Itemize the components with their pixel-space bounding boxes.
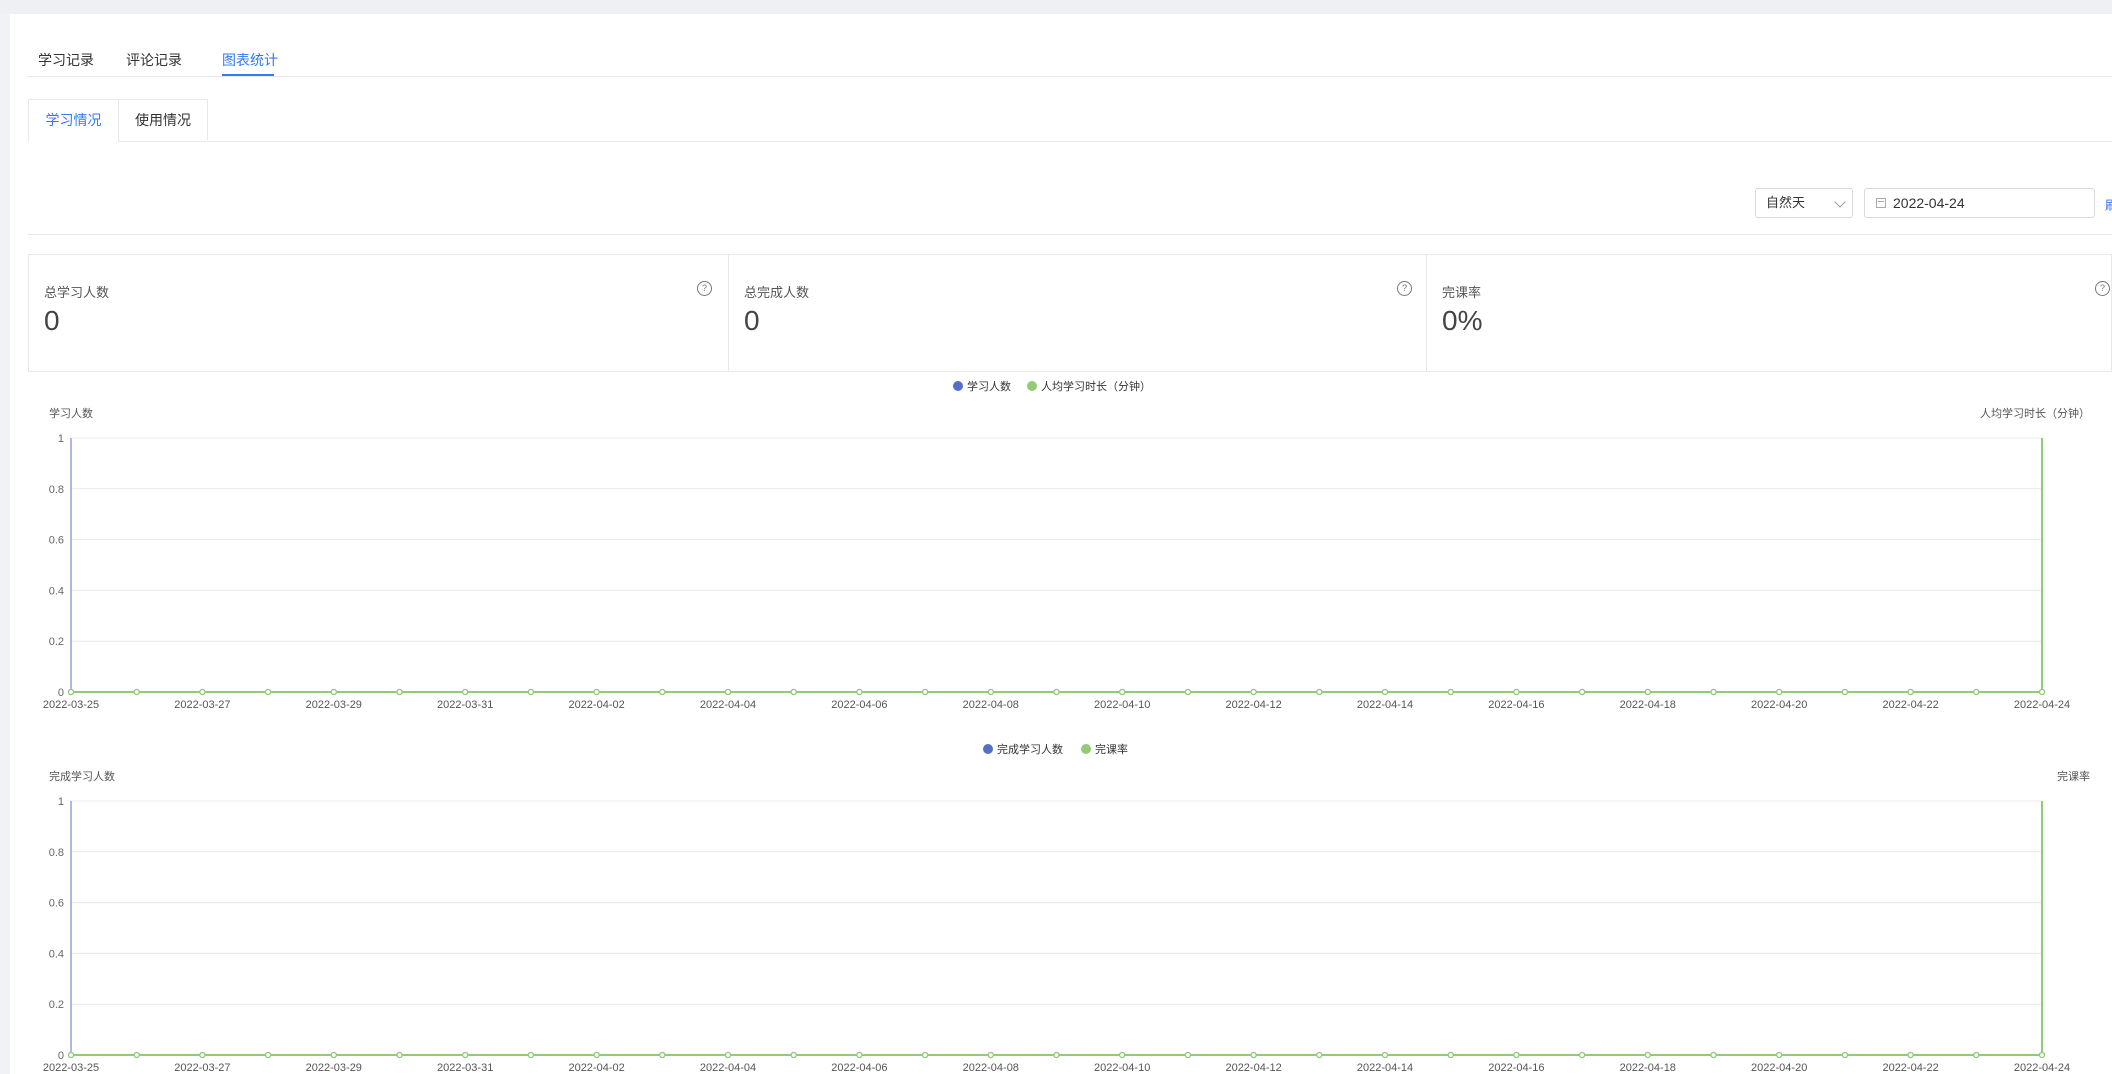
data-point (659, 1051, 666, 1059)
y-tick-label: 0 (58, 1050, 64, 1062)
x-tick-label: 2022-04-02 (568, 1062, 624, 1074)
y-tick-label: 0.6 (49, 898, 64, 910)
data-point (1316, 1051, 1323, 1059)
x-tick-label: 2022-03-29 (306, 1062, 362, 1074)
data-point (1973, 1051, 1980, 1059)
x-tick-label: 2022-03-27 (174, 1062, 230, 1074)
legend-marker (983, 744, 993, 754)
x-tick-label: 2022-04-12 (1225, 1062, 1281, 1074)
x-tick-label: 2022-04-24 (2014, 1062, 2070, 1074)
data-point (462, 1051, 469, 1059)
data-point (1053, 1051, 1060, 1059)
legend-marker (1081, 744, 1091, 754)
data-point (593, 1051, 600, 1059)
data-point (856, 1051, 863, 1059)
x-tick-label: 2022-03-31 (437, 1062, 493, 1074)
completion-chart: 完成学习人数 完课率完成学习人数 完课率00.20.40.60.812022-03-… (43, 742, 2090, 1074)
y-tick-label: 1 (58, 796, 64, 808)
data-point (133, 1051, 140, 1059)
y-tick-label: 0.8 (49, 847, 64, 859)
legend-label: 完成学习人数 (997, 742, 1063, 756)
x-tick-label: 2022-04-08 (963, 1062, 1019, 1074)
data-point (527, 1051, 535, 1059)
y-axis-left-title: 完成学习人数 (49, 769, 115, 783)
data-point (1841, 1051, 1849, 1059)
x-tick-label: 2022-04-16 (1488, 1062, 1544, 1074)
data-point (921, 1051, 929, 1059)
x-tick-label: 2022-04-18 (1620, 1062, 1676, 1074)
data-point (67, 1051, 75, 1059)
x-tick-label: 2022-04-22 (1882, 1062, 1938, 1074)
data-point (1907, 1051, 1914, 1059)
x-tick-label: 2022-04-14 (1357, 1062, 1413, 1074)
data-point (1644, 1051, 1651, 1059)
data-point (724, 1051, 732, 1059)
y-axis-right-title: 完课率 (2057, 769, 2090, 783)
data-point (1578, 1051, 1586, 1059)
data-point (1710, 1051, 1717, 1059)
x-tick-label: 2022-03-25 (43, 1062, 99, 1074)
y-tick-label: 0.4 (49, 948, 64, 960)
data-point (1381, 1051, 1389, 1059)
x-tick-label: 2022-04-04 (700, 1062, 756, 1074)
top-header-strip (0, 0, 2112, 14)
main-panel: 学习记录 评论记录 图表统计 学习情况 使用情况 自然天 2022-04-24 … (10, 14, 2112, 1074)
data-point (199, 1051, 206, 1059)
x-tick-label: 2022-04-20 (1751, 1062, 1807, 1074)
data-point (1250, 1051, 1257, 1059)
data-point (1447, 1051, 1454, 1059)
data-point (265, 1051, 272, 1059)
legend-label: 完课率 (1095, 742, 1128, 756)
x-tick-label: 2022-04-06 (831, 1062, 887, 1074)
data-point (987, 1051, 994, 1059)
data-point (330, 1051, 337, 1059)
y-tick-label: 0.2 (49, 999, 64, 1011)
data-point (1513, 1051, 1520, 1059)
data-point (396, 1051, 403, 1059)
data-point (790, 1051, 797, 1059)
data-point (1119, 1051, 1126, 1059)
data-point (1776, 1051, 1783, 1059)
x-tick-label: 2022-04-10 (1094, 1062, 1150, 1074)
data-point (1184, 1051, 1192, 1059)
data-point (2038, 1051, 2046, 1059)
